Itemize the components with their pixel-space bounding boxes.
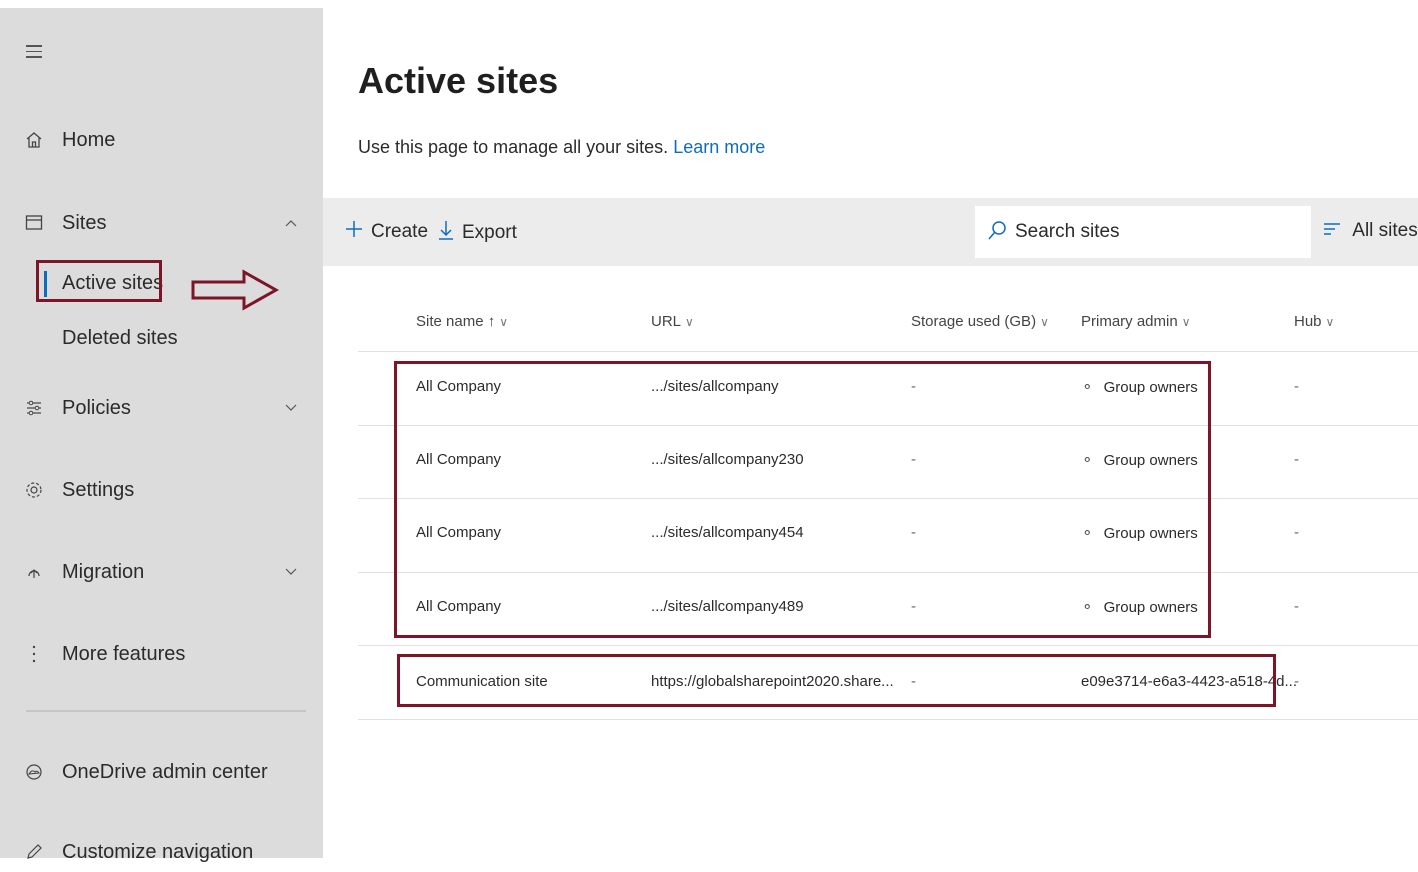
highlight-box-all-company-rows	[394, 361, 1211, 638]
sidebar-item-customize-navigation[interactable]: Customize navigation	[0, 832, 323, 872]
gear-icon	[24, 480, 44, 500]
highlight-box-active-sites	[36, 260, 162, 302]
export-button[interactable]: Export	[438, 220, 517, 246]
chevron-down-icon: ∨	[499, 315, 509, 329]
hamburger-menu-icon[interactable]	[26, 45, 42, 59]
page-title: Active sites	[358, 60, 559, 101]
sidebar-item-settings[interactable]: Settings	[0, 470, 323, 510]
chevron-down-icon: ∨	[1325, 315, 1335, 329]
sidebar-item-migration[interactable]: Migration	[0, 552, 323, 592]
column-header-label: Site name ↑	[416, 313, 496, 330]
column-header-label: Hub	[1294, 313, 1322, 330]
subtitle-text: Use this page to manage all your sites.	[358, 137, 669, 157]
sidebar-item-label: Migration	[62, 560, 145, 583]
command-bar: Create Export Search sites All sites	[323, 198, 1418, 266]
policies-icon	[24, 398, 44, 418]
more-icon	[24, 644, 44, 664]
migration-icon	[24, 562, 44, 582]
sidebar-item-label: Settings	[62, 478, 135, 501]
column-header-url[interactable]: URL ∨	[651, 313, 694, 330]
chevron-down-icon: ∨	[1040, 315, 1049, 329]
highlight-box-communication-site-row	[397, 654, 1276, 707]
hub-cell: -	[1294, 673, 1299, 690]
export-label: Export	[462, 222, 517, 243]
sidebar: Home Sites	[0, 8, 323, 858]
sites-icon	[24, 213, 44, 233]
column-header-label: Storage used (GB)	[911, 313, 1037, 330]
sidebar-divider	[26, 710, 306, 712]
sidebar-item-label: Home	[62, 128, 116, 151]
sidebar-subitem-deleted-sites[interactable]: Deleted sites	[62, 327, 178, 350]
row-divider	[358, 351, 1418, 352]
sidebar-item-label: Customize navigation	[62, 840, 254, 863]
annotation-arrow-icon	[191, 269, 280, 311]
chevron-down-icon: ∨	[685, 315, 694, 329]
sidebar-item-more-features[interactable]: More features	[0, 634, 323, 674]
row-divider	[358, 719, 1418, 720]
sidebar-item-label: OneDrive admin center	[62, 760, 268, 783]
hub-cell: -	[1294, 451, 1299, 468]
create-label: Create	[371, 221, 429, 242]
hub-cell: -	[1294, 598, 1299, 615]
column-header-storage[interactable]: Storage used (GB) ∨	[911, 313, 1049, 330]
sidebar-item-policies[interactable]: Policies	[0, 388, 323, 428]
create-button[interactable]: Create	[345, 220, 428, 244]
download-icon	[438, 220, 454, 246]
column-header-label: Primary admin	[1081, 313, 1178, 330]
sidebar-item-sites[interactable]: Sites	[0, 203, 323, 243]
search-icon	[987, 220, 1007, 247]
search-input[interactable]: Search sites	[975, 206, 1311, 258]
column-header-site-name[interactable]: Site name ↑ ∨	[416, 313, 508, 330]
learn-more-link[interactable]: Learn more	[673, 137, 765, 157]
chevron-down-icon[interactable]	[284, 564, 298, 580]
row-divider	[358, 645, 1418, 646]
column-header-label: URL	[651, 313, 682, 330]
sidebar-item-label: Sites	[62, 211, 107, 234]
filter-label: All sites	[1352, 220, 1418, 241]
page-subtitle: Use this page to manage all your sites. …	[358, 137, 765, 158]
column-header-hub[interactable]: Hub ∨	[1294, 313, 1334, 330]
hub-cell: -	[1294, 378, 1299, 395]
all-sites-filter[interactable]: All sites	[1323, 220, 1418, 242]
hub-cell: -	[1294, 524, 1299, 541]
chevron-down-icon[interactable]	[284, 400, 298, 416]
sidebar-item-label: More features	[62, 642, 186, 665]
plus-icon	[345, 220, 363, 244]
sidebar-item-home[interactable]: Home	[0, 120, 323, 160]
chevron-down-icon: ∨	[1181, 315, 1191, 329]
chevron-up-icon[interactable]	[284, 215, 298, 231]
pencil-icon	[24, 842, 44, 862]
onedrive-icon	[24, 762, 44, 782]
search-placeholder: Search sites	[1015, 221, 1120, 242]
sidebar-item-label: Policies	[62, 396, 131, 419]
filter-icon	[1323, 220, 1346, 241]
sidebar-item-onedrive[interactable]: OneDrive admin center	[0, 752, 323, 792]
home-icon	[24, 130, 44, 150]
column-header-primary-admin[interactable]: Primary admin ∨	[1081, 313, 1190, 330]
